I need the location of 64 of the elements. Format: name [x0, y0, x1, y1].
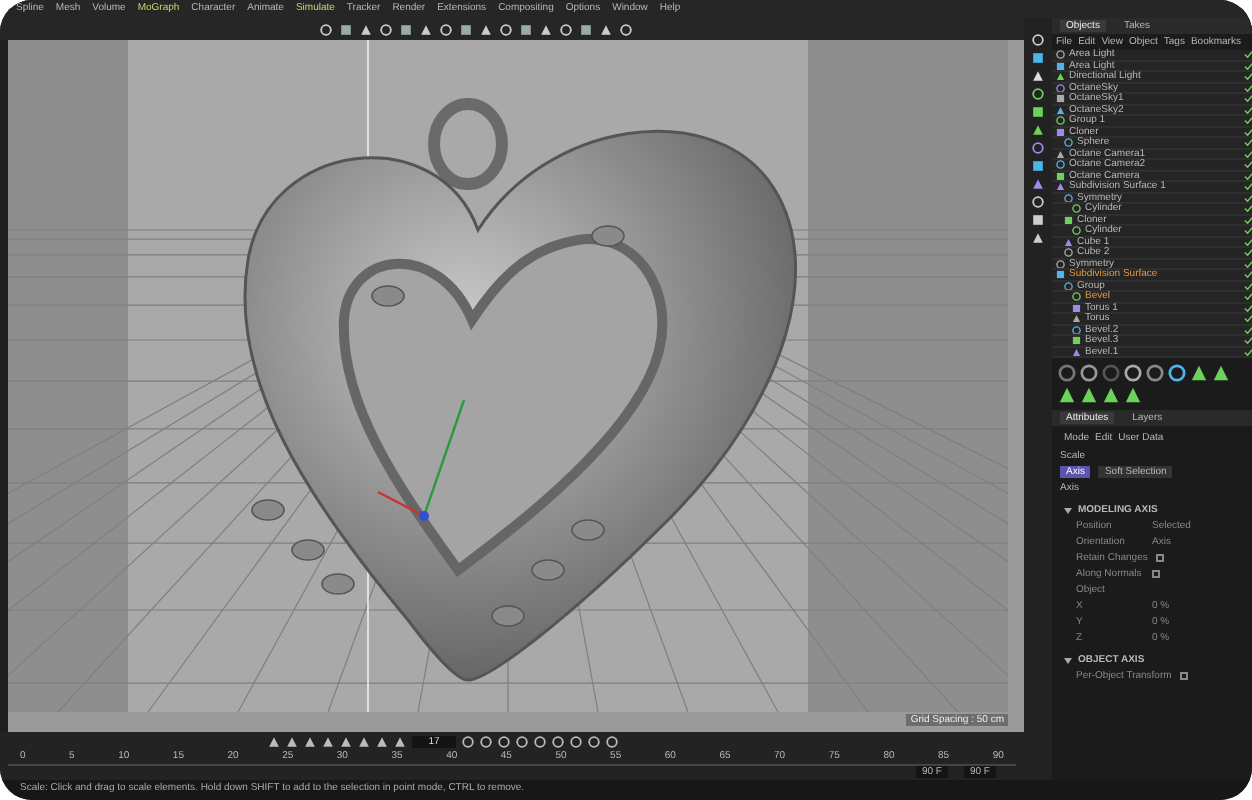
square-icon[interactable] [1056, 270, 1065, 279]
checkbox[interactable] [1179, 672, 1188, 680]
circle-icon[interactable] [588, 736, 600, 748]
square-icon[interactable] [520, 23, 532, 35]
triangle-icon[interactable] [360, 23, 372, 35]
circle-icon[interactable] [1056, 50, 1065, 59]
circle-icon[interactable] [1056, 116, 1065, 125]
triangle-icon[interactable] [420, 23, 432, 35]
triangle-icon[interactable] [1056, 182, 1065, 191]
triangle-icon[interactable] [1056, 149, 1065, 158]
square-icon[interactable] [1072, 303, 1081, 312]
expand-arrow-icon[interactable] [1064, 507, 1072, 513]
triangle-icon[interactable] [1056, 72, 1065, 81]
circle-icon[interactable] [1056, 160, 1065, 169]
circle-icon[interactable] [1064, 281, 1073, 290]
circle-icon[interactable] [1064, 138, 1073, 147]
circle-icon[interactable] [1056, 83, 1065, 92]
checkbox[interactable] [1155, 554, 1164, 562]
circle-icon[interactable] [1056, 259, 1065, 268]
circle-icon[interactable] [606, 736, 618, 748]
circle-icon[interactable] [1124, 364, 1142, 382]
square-icon[interactable] [1056, 94, 1065, 103]
circle-icon[interactable] [1064, 193, 1073, 202]
square-icon[interactable] [580, 23, 592, 35]
square-icon[interactable] [1056, 61, 1065, 70]
triangle-icon[interactable] [600, 23, 612, 35]
circle-icon[interactable] [1032, 88, 1044, 100]
triangle-icon[interactable] [480, 23, 492, 35]
square-icon[interactable] [400, 23, 412, 35]
circle-icon[interactable] [516, 736, 528, 748]
checkbox[interactable] [1152, 570, 1160, 578]
triangle-icon[interactable] [1032, 232, 1044, 244]
triangle-icon[interactable] [1064, 237, 1073, 246]
square-icon[interactable] [340, 23, 352, 35]
circle-icon[interactable] [1032, 142, 1044, 154]
circle-icon[interactable] [534, 736, 546, 748]
square-icon[interactable] [1064, 215, 1073, 224]
square-icon[interactable] [1032, 160, 1044, 172]
square-icon[interactable] [1032, 52, 1044, 64]
circle-icon[interactable] [552, 736, 564, 748]
circle-icon[interactable] [480, 736, 492, 748]
circle-icon[interactable] [1064, 248, 1073, 257]
circle-icon[interactable] [1072, 325, 1081, 334]
circle-icon[interactable] [1072, 226, 1081, 235]
circle-icon[interactable] [498, 736, 510, 748]
square-icon[interactable] [1032, 214, 1044, 226]
square-icon[interactable] [1072, 336, 1081, 345]
circle-icon[interactable] [1080, 364, 1098, 382]
circle-icon[interactable] [570, 736, 582, 748]
circle-icon[interactable] [1168, 364, 1186, 382]
circle-icon[interactable] [1146, 364, 1164, 382]
triangle-icon[interactable] [540, 23, 552, 35]
square-icon[interactable] [460, 23, 472, 35]
triangle-icon[interactable] [1072, 314, 1081, 323]
circle-icon[interactable] [1072, 204, 1081, 213]
expand-arrow-icon[interactable] [1064, 657, 1072, 663]
square-icon[interactable] [1056, 127, 1065, 136]
heart-pendant-drawing[interactable] [243, 98, 797, 682]
circle-icon[interactable] [462, 736, 474, 748]
triangle-icon[interactable] [1072, 347, 1081, 356]
square-icon[interactable] [1032, 106, 1044, 118]
square-icon[interactable] [1056, 171, 1065, 180]
triangle-icon[interactable] [1056, 105, 1065, 114]
circle-icon[interactable] [1072, 292, 1081, 301]
